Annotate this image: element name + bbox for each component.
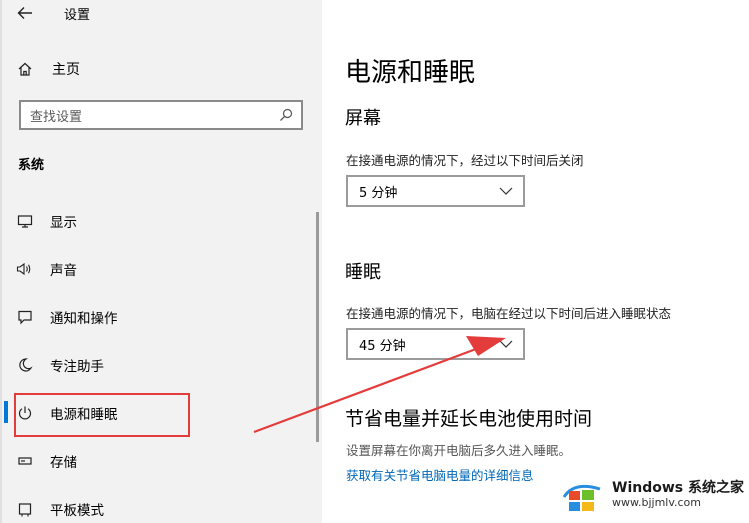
sidebar-item-label: 声音 (50, 263, 77, 279)
window-edge (0, 0, 2, 523)
sidebar-scrollbar[interactable] (316, 212, 319, 442)
sidebar-item-home[interactable]: 主页 (14, 57, 294, 81)
back-button[interactable] (14, 2, 36, 24)
search-input[interactable]: 查找设置 (19, 100, 303, 130)
active-indicator (4, 401, 8, 423)
sidebar-item-storage[interactable]: 存储 (14, 448, 304, 474)
moon-icon (14, 354, 36, 376)
chevron-down-icon (497, 182, 515, 200)
watermark-url: www.bjjmlv.com (612, 496, 701, 509)
watermark: Windows 系统之家 www.bjjmlv.com (560, 472, 746, 518)
sidebar-item-label: 平板模式 (50, 503, 104, 519)
sleep-description: 在接通电源的情况下，电脑在经过以下时间后进入睡眠状态 (346, 306, 672, 321)
sidebar-item-label: 专注助手 (50, 359, 104, 375)
battery-heading: 节省电量并延长电池使用时间 (345, 408, 593, 430)
watermark-brand: Windows (612, 480, 684, 496)
notification-icon (14, 306, 36, 328)
windows-logo-icon (562, 484, 601, 511)
search-icon (275, 104, 297, 126)
sidebar-item-label: 通知和操作 (50, 311, 118, 327)
sidebar-item-display[interactable]: 显示 (14, 208, 304, 234)
screen-description: 在接通电源的情况下，经过以下时间后关闭 (346, 153, 584, 168)
sleep-heading: 睡眠 (345, 262, 381, 283)
sidebar-item-focus-assist[interactable]: 专注助手 (14, 352, 304, 378)
section-title-system: 系统 (18, 158, 45, 173)
sleep-timeout-dropdown[interactable]: 45 分钟 (346, 328, 525, 360)
sidebar-item-sound[interactable]: 声音 (14, 256, 304, 282)
screen-timeout-dropdown[interactable]: 5 分钟 (346, 175, 525, 207)
screen-heading: 屏幕 (345, 108, 381, 129)
chevron-down-icon (497, 335, 515, 353)
page-title: 电源和睡眠 (345, 58, 476, 88)
storage-icon (14, 450, 36, 472)
sidebar-item-tablet-mode[interactable]: 平板模式 (14, 496, 304, 522)
speaker-icon (14, 258, 36, 280)
home-icon (14, 58, 36, 80)
screen-timeout-value: 5 分钟 (359, 185, 398, 201)
battery-description: 设置屏幕在你离开电脑后多久进入睡眠。 (346, 443, 572, 458)
search-placeholder: 查找设置 (30, 109, 83, 125)
sleep-timeout-value: 45 分钟 (359, 338, 406, 354)
app-title: 设置 (64, 8, 91, 23)
tablet-icon (14, 498, 36, 520)
home-label: 主页 (52, 62, 80, 78)
battery-info-link[interactable]: 获取有关节省电脑电量的详细信息 (346, 465, 534, 484)
annotation-highlight-box (14, 393, 190, 437)
back-arrow-icon (17, 7, 32, 19)
sidebar: 设置 主页 查找设置 系统 显示 声音 通知和操作 专注助手 电源和睡眠 存储 … (0, 0, 322, 523)
sidebar-item-label: 存储 (50, 455, 77, 471)
watermark-brand-cn: 系统之家 (688, 480, 744, 496)
sidebar-item-notifications[interactable]: 通知和操作 (14, 304, 304, 330)
monitor-icon (14, 210, 36, 232)
sidebar-item-label: 显示 (50, 215, 77, 231)
